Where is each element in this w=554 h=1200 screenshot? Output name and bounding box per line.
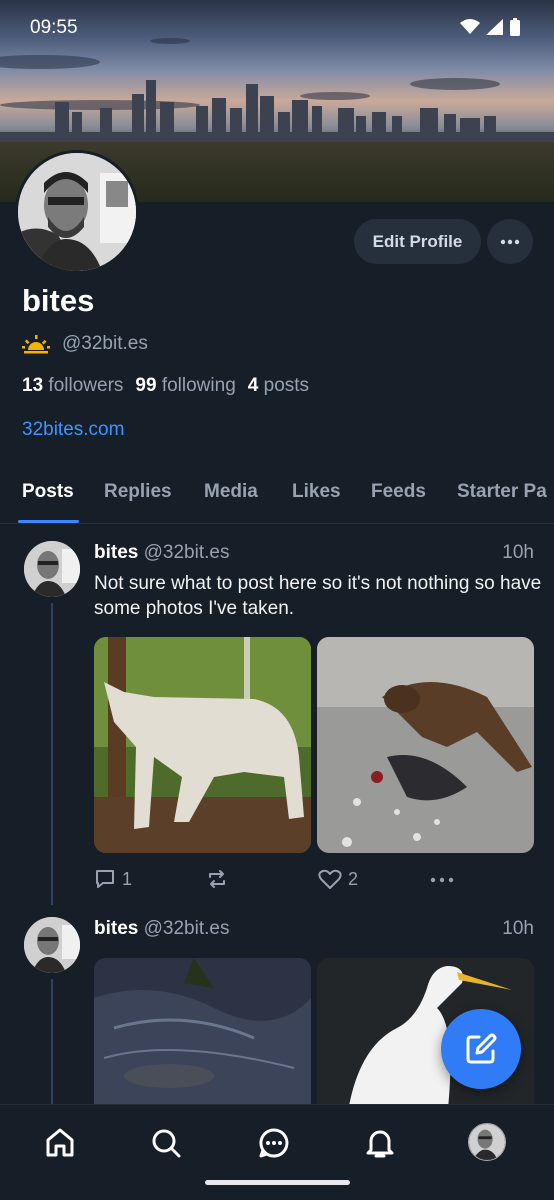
more-dots-icon: [500, 239, 520, 244]
white-wolf-photo[interactable]: [94, 637, 311, 853]
more-dots-icon: [430, 877, 454, 883]
active-tab-indicator: [18, 520, 79, 523]
repost-button[interactable]: [206, 868, 228, 890]
post-actions: 1 2: [94, 866, 534, 894]
post-header: bites @32bit.es: [94, 918, 229, 940]
compose-pencil-icon: [466, 1033, 497, 1064]
followers-label: followers: [48, 375, 124, 396]
post-header: bites @32bit.es: [94, 542, 229, 564]
nav-home[interactable]: [40, 1123, 80, 1163]
tab-feeds[interactable]: Feeds: [371, 481, 426, 503]
post-timestamp: 10h: [502, 918, 534, 939]
post-author-name[interactable]: bites: [94, 918, 138, 939]
posts-count: 4: [247, 375, 259, 396]
like-count: 2: [348, 868, 359, 889]
search-icon: [152, 1129, 181, 1158]
tab-starter-packs[interactable]: Starter Pa: [457, 481, 547, 503]
compose-post-button[interactable]: [441, 1009, 521, 1089]
status-time: 09:55: [30, 17, 78, 38]
bottom-navigation: [0, 1104, 554, 1200]
bell-icon: [366, 1130, 394, 1158]
seal-image: [94, 958, 311, 1118]
hawk-photo[interactable]: [317, 637, 534, 853]
profile-display-name: bites: [22, 283, 95, 318]
edit-profile-button[interactable]: Edit Profile: [354, 219, 481, 264]
repost-icon: [209, 870, 225, 888]
followers-count: 13: [22, 375, 44, 396]
following-count: 99: [135, 375, 157, 396]
nav-chat[interactable]: [254, 1123, 294, 1163]
post-more-button[interactable]: [430, 877, 454, 883]
profile-avatar[interactable]: [15, 150, 139, 274]
avatar-photo: [18, 153, 136, 271]
post-author-avatar[interactable]: [24, 917, 80, 973]
reply-icon: [96, 870, 114, 888]
tab-likes[interactable]: Likes: [292, 481, 341, 503]
status-bar: 09:55: [0, 0, 554, 56]
nav-profile-avatar[interactable]: [468, 1123, 506, 1161]
profile-stats: 13 followers 99 following 4 posts: [22, 375, 309, 397]
reply-count: 1: [122, 868, 133, 889]
post-timestamp: 10h: [502, 542, 534, 563]
more-options-button[interactable]: [487, 219, 533, 264]
chat-icon: [259, 1128, 289, 1158]
like-button[interactable]: 2: [318, 868, 358, 890]
profile-avatar-icon: [469, 1124, 505, 1160]
nav-search[interactable]: [146, 1123, 186, 1163]
sun-emoji-icon: [22, 335, 50, 354]
followers-stat[interactable]: 13 followers: [22, 375, 123, 397]
post-avatar-photo: [24, 541, 80, 597]
posts-stat: 4 posts: [248, 375, 309, 397]
post-text: Not sure what to post here so it's not n…: [94, 573, 542, 619]
post-author-name[interactable]: bites: [94, 542, 138, 563]
nav-notifications[interactable]: [360, 1123, 400, 1163]
heart-icon: [318, 869, 342, 889]
post-avatar-photo: [24, 917, 80, 973]
battery-icon: [510, 18, 520, 36]
posts-label: posts: [263, 375, 310, 396]
profile-handle: @32bit.es: [62, 333, 148, 354]
post-author-handle: @32bit.es: [143, 542, 230, 563]
tab-media[interactable]: Media: [204, 481, 258, 503]
wolf-image: [94, 637, 311, 853]
home-icon: [46, 1128, 74, 1157]
thread-line: [51, 603, 53, 905]
following-stat[interactable]: 99 following: [135, 375, 235, 397]
tab-replies[interactable]: Replies: [104, 481, 172, 503]
seal-in-water-photo[interactable]: [94, 958, 311, 1118]
hawk-image: [317, 637, 534, 853]
post-author-avatar[interactable]: [24, 541, 80, 597]
profile-website-link[interactable]: 32bites.com: [22, 419, 124, 441]
profile-tabs: Posts Replies Media Likes Feeds Starter …: [0, 468, 554, 524]
thread-line: [51, 979, 53, 1104]
gesture-home-bar[interactable]: [205, 1180, 350, 1185]
post-author-handle: @32bit.es: [143, 918, 230, 939]
tab-posts[interactable]: Posts: [22, 481, 74, 503]
profile-handle-row: @32bit.es: [22, 333, 148, 355]
cell-signal-icon: [486, 19, 503, 35]
reply-button[interactable]: 1: [94, 868, 132, 890]
following-label: following: [161, 375, 236, 396]
wifi-icon: [460, 19, 480, 34]
